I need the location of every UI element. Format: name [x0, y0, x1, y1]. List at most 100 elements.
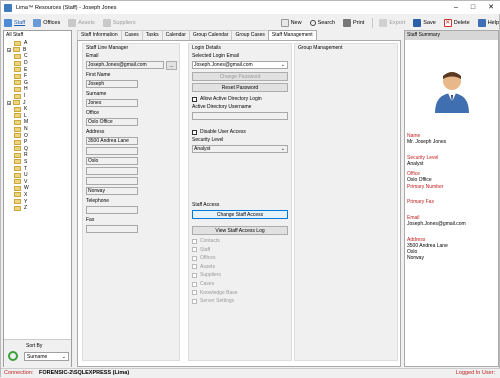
access-item-label: Knowledge Base	[200, 289, 238, 296]
tab-cases[interactable]: Cases	[120, 30, 143, 40]
office-field[interactable]: Oslo Office	[86, 118, 138, 126]
tab-group-calendar[interactable]: Group Calendar	[188, 30, 233, 40]
tree-item[interactable]: X	[8, 192, 29, 199]
tree-item[interactable]: + B	[7, 47, 29, 54]
tree-item-label: H	[24, 86, 28, 93]
tree-item[interactable]: N	[8, 126, 29, 133]
tree-item[interactable]: V	[8, 178, 29, 185]
access-checkbox-suppliers[interactable]: Suppliers	[192, 272, 221, 278]
delete-button[interactable]: ✕ Delete	[443, 18, 470, 27]
folder-icon	[14, 166, 21, 172]
access-checkbox-knowledge-base[interactable]: Knowledge Base	[192, 290, 238, 296]
help-button[interactable]: Help	[477, 18, 499, 27]
expand-icon[interactable]: +	[7, 47, 11, 52]
staff-tree-panel: All Staff A + B C D E F G H I + J K L M N O P Q R S T U V W X Y Z S…	[3, 30, 72, 367]
maximize-icon[interactable]: □	[466, 1, 480, 14]
assets-button[interactable]: Assets	[68, 18, 95, 27]
tree-item[interactable]: Q	[8, 146, 29, 153]
tree-item[interactable]: A	[8, 40, 29, 47]
print-button[interactable]: Print	[343, 18, 364, 27]
minimize-icon[interactable]: –	[449, 1, 463, 14]
export-button[interactable]: Export	[379, 18, 405, 27]
tree-item-label: S	[24, 158, 28, 165]
tree-item[interactable]: Y	[8, 198, 29, 205]
change-password-button[interactable]: Change Password	[192, 72, 288, 81]
surname-field[interactable]: Jones	[86, 99, 138, 107]
tree-item[interactable]: O	[8, 132, 29, 139]
tree-item[interactable]: M	[8, 119, 29, 126]
address-line-6[interactable]: Norway	[86, 187, 138, 195]
new-button[interactable]: New	[280, 18, 302, 27]
address-line-3[interactable]: Oslo	[86, 157, 138, 165]
checkbox-box	[192, 255, 197, 261]
expand-icon[interactable]: +	[7, 100, 11, 105]
tree-item[interactable]: C	[8, 53, 29, 60]
search-label: Search	[317, 19, 336, 26]
tree-item[interactable]: W	[8, 185, 29, 192]
access-item-label: Suppliers	[200, 272, 221, 279]
address-line-4[interactable]	[86, 167, 138, 175]
checkbox-box	[192, 272, 197, 278]
tree-item[interactable]: L	[8, 113, 29, 120]
allow-ad-checkbox[interactable]: Allow Active Directory Login	[192, 96, 262, 102]
disable-access-checkbox[interactable]: Disable User Access	[192, 129, 246, 135]
email-lookup-button[interactable]: ...	[166, 61, 177, 70]
tree-item[interactable]: E	[8, 66, 29, 73]
tab-group-cases[interactable]: Group Cases	[231, 30, 269, 40]
staff-button[interactable]: Staff	[4, 18, 25, 27]
tree-item-label: Y	[24, 198, 28, 205]
tree-item-label: W	[24, 185, 29, 192]
tree-item[interactable]: K	[8, 106, 29, 113]
tree-item[interactable]: F	[8, 73, 29, 80]
address-line-5[interactable]	[86, 177, 138, 185]
summary-primary-fax-label: Primary Fax	[407, 199, 434, 205]
address-line-1[interactable]: 3500 Andrea Lane	[86, 137, 138, 145]
sort-by-select[interactable]: Surname ⌄	[24, 352, 69, 361]
tab-calendar[interactable]: Calendar	[161, 30, 190, 40]
refresh-icon[interactable]	[8, 351, 18, 361]
staff-tree[interactable]: A + B C D E F G H I + J K L M N O P Q R S T U V W X Y Z	[7, 40, 29, 212]
tree-item[interactable]: U	[8, 172, 29, 179]
tree-item[interactable]: G	[8, 80, 29, 87]
access-checkbox-contacts[interactable]: Contacts	[192, 238, 220, 244]
offices-button[interactable]: Offices	[33, 18, 60, 27]
fax-field[interactable]	[86, 225, 138, 233]
tree-item[interactable]: Z	[8, 205, 29, 212]
suppliers-button[interactable]: Suppliers	[102, 18, 136, 27]
first-name-field[interactable]: Joseph	[86, 80, 138, 88]
email-field[interactable]: Joseph.Jones@gmail.com	[86, 61, 164, 69]
selected-email-select[interactable]: Joseph.Jones@gmail.com ⌄	[192, 61, 288, 69]
telephone-field[interactable]	[86, 206, 138, 214]
tree-item[interactable]: T	[8, 165, 29, 172]
access-checkbox-staff[interactable]: Staff	[192, 247, 210, 253]
tree-item[interactable]: R	[8, 152, 29, 159]
tree-item[interactable]: I	[8, 93, 29, 100]
security-level-select[interactable]: Analyst ⌄	[192, 145, 288, 153]
view-staff-access-log-button[interactable]: View Staff Access Log	[192, 226, 288, 235]
tree-item[interactable]: D	[8, 60, 29, 67]
tree-item[interactable]: P	[8, 139, 29, 146]
tab-tasks[interactable]: Tasks	[141, 30, 163, 40]
tree-item[interactable]: S	[8, 159, 29, 166]
toolbar-separator	[372, 17, 374, 28]
search-button[interactable]: Search	[309, 19, 336, 26]
tree-item[interactable]: H	[8, 86, 29, 93]
access-checkbox-cases[interactable]: Cases	[192, 281, 214, 287]
save-button[interactable]: Save	[413, 18, 436, 27]
close-icon[interactable]: ✕	[484, 1, 498, 14]
access-checkbox-offices[interactable]: Offices	[192, 255, 215, 261]
access-checkbox-server-settings[interactable]: Server Settings	[192, 298, 234, 304]
tree-item[interactable]: + J	[7, 99, 29, 106]
change-staff-access-button[interactable]: Change Staff Access	[192, 210, 288, 219]
tab-staff-information[interactable]: Staff Information	[77, 30, 122, 40]
access-checkbox-assets[interactable]: Assets	[192, 264, 215, 270]
ad-username-field[interactable]	[192, 112, 288, 120]
disable-access-label: Disable User Access	[200, 129, 246, 135]
access-item-label: Assets	[200, 263, 216, 270]
address-line-2[interactable]	[86, 147, 138, 155]
suppliers-label: Suppliers	[112, 19, 136, 26]
folder-icon	[14, 40, 21, 46]
line-manager-title: Staff Line Manager	[86, 45, 129, 51]
summary-office-value: Oslo Office	[407, 177, 432, 183]
reset-password-button[interactable]: Reset Password	[192, 83, 288, 92]
